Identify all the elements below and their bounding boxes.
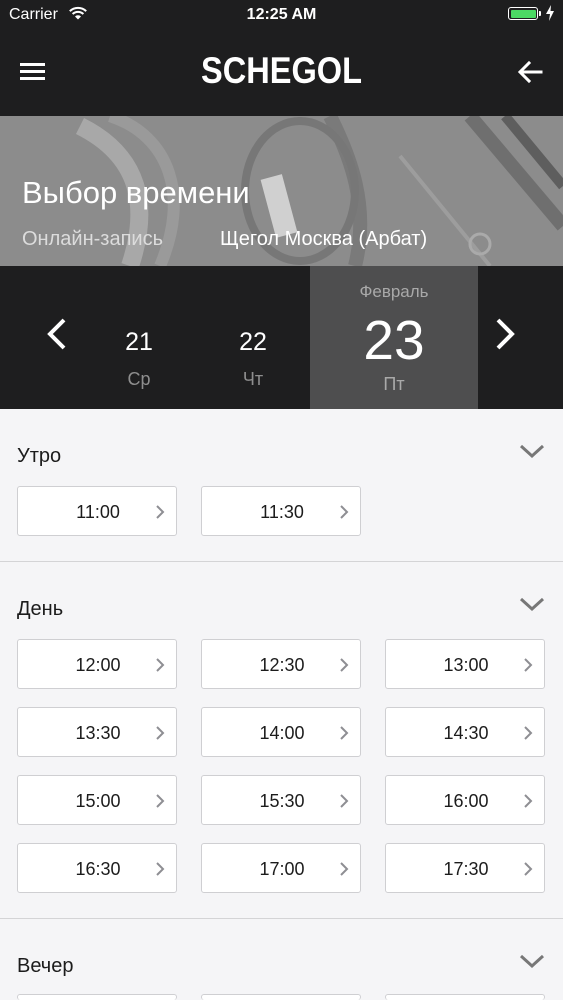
page-title: Выбор времени <box>22 175 250 210</box>
time-slot-label: 13:30 <box>75 723 121 743</box>
time-slot-button[interactable]: 15:30 <box>201 775 361 825</box>
section-header-morning[interactable]: Утро <box>0 439 563 479</box>
time-slot-label: 13:00 <box>443 655 489 675</box>
time-slot-button[interactable]: 16:30 <box>17 843 177 893</box>
time-slot-button[interactable] <box>385 994 545 1000</box>
date-option[interactable]: 21 Ср <box>94 328 184 390</box>
chevron-right-icon <box>339 504 349 525</box>
charging-bolt-icon <box>545 4 555 27</box>
time-slot-button[interactable] <box>201 994 361 1000</box>
chevron-right-icon <box>339 725 349 746</box>
chevron-down-icon <box>518 594 546 619</box>
date-number: 21 <box>125 328 153 356</box>
section-title: Утро <box>17 445 62 467</box>
time-slot-label: 17:00 <box>259 859 305 879</box>
time-slot-button[interactable]: 13:30 <box>17 707 177 757</box>
chevron-right-icon <box>523 861 533 882</box>
chevron-right-icon <box>155 793 165 814</box>
time-slots: Утро 11:00 11:30 День 12:00 12:30 13:00 … <box>0 409 563 1000</box>
date-weekday: Ср <box>127 369 151 389</box>
time-slot-label: 14:00 <box>259 723 305 743</box>
chevron-right-icon <box>523 725 533 746</box>
section-divider <box>0 561 563 562</box>
chevron-right-icon <box>339 793 349 814</box>
time-slot-button[interactable]: 14:30 <box>385 707 545 757</box>
time-slot-button[interactable]: 17:00 <box>201 843 361 893</box>
chevron-left-icon[interactable] <box>42 314 72 354</box>
time-slot-label: 16:00 <box>443 791 489 811</box>
time-slot-label: 12:00 <box>75 655 121 675</box>
time-slot-label: 15:00 <box>75 791 121 811</box>
page-subtitle: Онлайн-запись <box>22 228 163 250</box>
section-header-day[interactable]: День <box>0 592 563 632</box>
time-slot-label: 14:30 <box>443 723 489 743</box>
chevron-right-icon <box>523 657 533 678</box>
time-slot-button[interactable]: 16:00 <box>385 775 545 825</box>
chevron-right-icon <box>339 657 349 678</box>
date-picker: 21 Ср 22 Чт Февраль 23 Пт <box>0 266 563 409</box>
status-bar: Carrier 12:25 AM <box>0 0 563 30</box>
section-title: День <box>17 598 64 620</box>
time-slot-button[interactable]: 13:00 <box>385 639 545 689</box>
chevron-down-icon <box>518 951 546 976</box>
chevron-right-icon <box>155 657 165 678</box>
time-slot-button[interactable]: 11:00 <box>17 486 177 536</box>
date-number: 22 <box>239 328 267 356</box>
date-month: Февраль <box>359 282 429 301</box>
time-slot-button[interactable]: 12:30 <box>201 639 361 689</box>
date-weekday: Чт <box>242 369 264 389</box>
app-logo: SCHEGOL <box>200 50 363 91</box>
time-slot-button[interactable] <box>17 994 177 1000</box>
time-slot-button[interactable]: 12:00 <box>17 639 177 689</box>
time-slot-button[interactable]: 15:00 <box>17 775 177 825</box>
clock: 12:25 AM <box>246 6 317 23</box>
time-slot-label: 12:30 <box>259 655 305 675</box>
time-slot-button[interactable]: 11:30 <box>201 486 361 536</box>
time-slot-button[interactable]: 17:30 <box>385 843 545 893</box>
time-slot-label: 16:30 <box>75 859 121 879</box>
time-slot-label: 17:30 <box>443 859 489 879</box>
chevron-right-icon <box>523 793 533 814</box>
date-number: 23 <box>363 309 425 371</box>
chevron-right-icon <box>339 861 349 882</box>
arrow-left-icon[interactable] <box>514 58 546 88</box>
date-option[interactable]: 22 Чт <box>208 328 298 390</box>
time-slot-label: 15:30 <box>259 791 305 811</box>
chevron-right-icon <box>155 725 165 746</box>
battery-icon <box>508 7 538 20</box>
date-option-selected[interactable]: Февраль 23 Пт <box>310 266 478 409</box>
location-label[interactable]: Щегол Москва (Арбат) <box>220 228 427 251</box>
battery-tip <box>539 11 541 16</box>
chevron-down-icon <box>518 441 546 466</box>
time-slot-label: 11:30 <box>260 502 304 522</box>
chevron-right-icon <box>155 861 165 882</box>
time-slot-label: 11:00 <box>76 502 120 522</box>
chevron-right-icon <box>155 504 165 525</box>
date-weekday: Пт <box>383 374 405 394</box>
section-divider <box>0 918 563 919</box>
time-slot-button[interactable]: 14:00 <box>201 707 361 757</box>
chevron-right-icon[interactable] <box>490 314 520 354</box>
app-header: SCHEGOL <box>0 30 563 116</box>
section-title: Вечер <box>17 955 74 977</box>
section-header-evening[interactable]: Вечер <box>0 949 563 989</box>
hero-banner: Выбор времени Онлайн-запись Щегол Москва… <box>0 116 563 266</box>
